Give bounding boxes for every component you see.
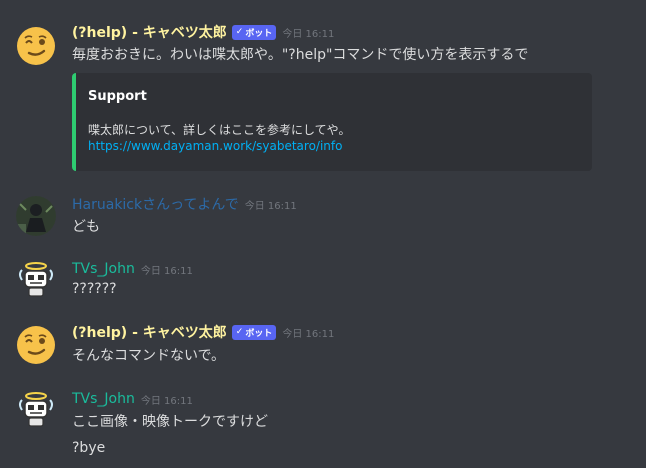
check-icon: ✓: [235, 327, 244, 337]
message-text: そんなコマンドないで。: [72, 348, 226, 364]
angel-robot-avatar[interactable]: [16, 260, 56, 300]
angel-robot-avatar[interactable]: [16, 390, 56, 430]
check-icon: ✓: [235, 27, 244, 37]
timestamp: 今日 16:11: [140, 265, 193, 277]
author-name[interactable]: TVs_John: [72, 261, 135, 277]
timestamp: 今日 16:11: [140, 395, 193, 407]
message-text: ここ画像・映像トークですけど: [72, 414, 268, 430]
timestamp: 今日 16:11: [282, 28, 335, 40]
embed-description: 喋太郎について、詳しくはここを参考にしてや。: [88, 123, 351, 137]
embed-link[interactable]: https://www.dayaman.work/syabetaro/info: [88, 139, 342, 153]
message-text: 毎度おおきに。わいは喋太郎や。"?help"コマンドで使い方を表示するで: [72, 47, 529, 63]
author-name[interactable]: TVs_John: [72, 391, 135, 407]
author-name[interactable]: Haruakickさんってよんで: [72, 194, 239, 214]
support-embed: Support 喋太郎について、詳しくはここを参考にしてや。 https://w…: [72, 73, 592, 171]
bot-badge: ✓ ボット: [231, 324, 277, 340]
winking-face-icon[interactable]: [16, 325, 56, 365]
timestamp: 今日 16:11: [244, 200, 297, 212]
author-name[interactable]: (?help) - キャベツ太郎: [72, 22, 227, 42]
embed-title: Support: [88, 89, 147, 104]
message-text: ども: [72, 219, 100, 235]
message-text: ??????: [72, 281, 117, 297]
message-text: ?bye: [72, 440, 106, 456]
author-name[interactable]: (?help) - キャベツ太郎: [72, 322, 227, 342]
user-avatar-photo[interactable]: [16, 196, 56, 236]
winking-face-icon[interactable]: [16, 26, 56, 66]
timestamp: 今日 16:11: [282, 328, 335, 340]
bot-badge: ✓ ボット: [231, 24, 277, 40]
